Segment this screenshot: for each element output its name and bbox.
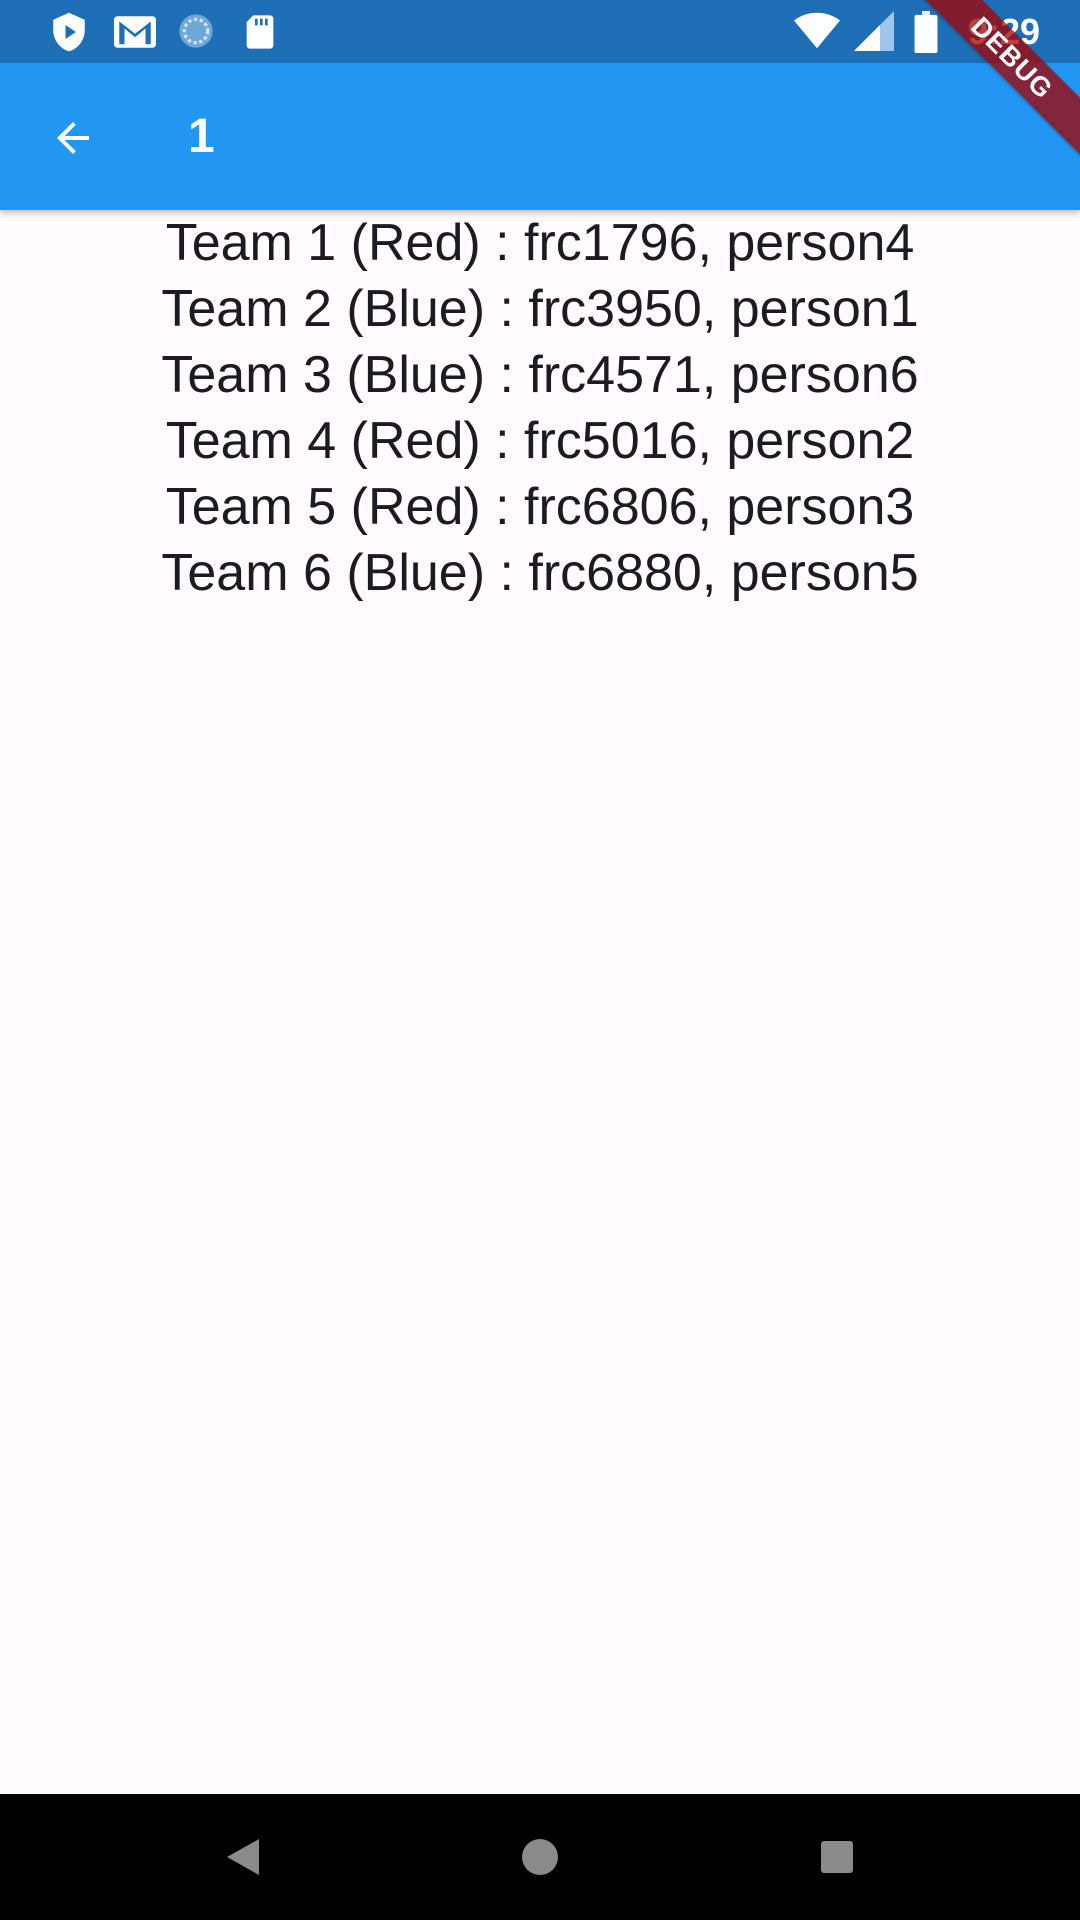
- team-line-4: Team 4 (Red) : frc5016, person2: [165, 412, 915, 470]
- screen: 9:29 1 DEBUG Team 1 (Red) : frc1796, per…: [0, 0, 1080, 1920]
- back-button[interactable]: [38, 103, 108, 173]
- battery-icon: [914, 11, 942, 53]
- team-list: Team 1 (Red) : frc1796, person4 Team 2 (…: [0, 210, 1080, 606]
- sync-circle-icon: [176, 11, 218, 53]
- navigation-bar: [0, 1794, 1080, 1920]
- gmail-icon: [112, 11, 156, 53]
- home-circle-icon: [522, 1839, 558, 1875]
- team-line-5: Team 5 (Red) : frc6806, person3: [165, 478, 915, 536]
- nav-back-button[interactable]: [218, 1832, 268, 1882]
- status-bar: 9:29: [0, 0, 1080, 63]
- team-line-1: Team 1 (Red) : frc1796, person4: [165, 214, 915, 272]
- arrow-back-icon: [57, 122, 89, 154]
- team-line-6: Team 6 (Blue) : frc6880, person5: [161, 544, 919, 602]
- sd-card-icon: [240, 11, 282, 53]
- page-title: 1: [188, 110, 215, 163]
- notification-icons: [48, 10, 282, 54]
- back-triangle-icon: [227, 1839, 259, 1875]
- wifi-icon: [793, 11, 840, 53]
- nav-recents-button[interactable]: [812, 1832, 862, 1882]
- signal-icon: [853, 11, 896, 53]
- team-line-3: Team 3 (Blue) : frc4571, person6: [161, 346, 919, 404]
- app-bar: 1: [0, 63, 1080, 210]
- shield-play-icon: [48, 11, 90, 53]
- nav-home-button[interactable]: [515, 1832, 565, 1882]
- clock: 9:29: [967, 11, 1040, 52]
- system-icons: 9:29: [793, 8, 1040, 56]
- team-line-2: Team 2 (Blue) : frc3950, person1: [161, 280, 919, 338]
- recents-square-icon: [821, 1841, 853, 1873]
